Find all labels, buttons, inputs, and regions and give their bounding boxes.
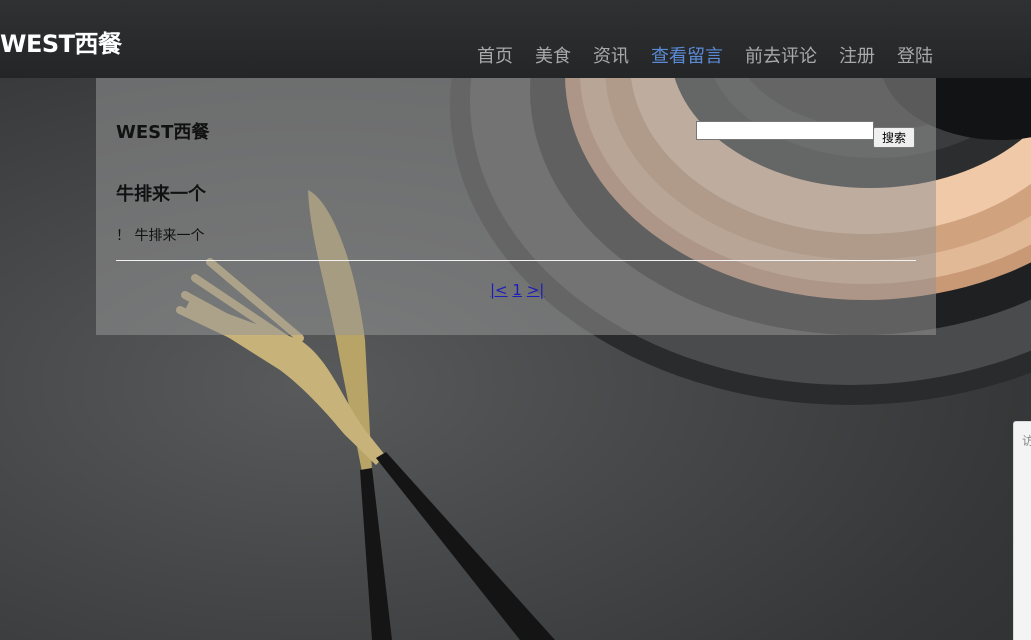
brand-logo[interactable]: WEST西餐 <box>0 24 122 59</box>
panel-site-title: WEST西餐 <box>116 122 210 143</box>
nav-home[interactable]: 首页 <box>466 44 524 70</box>
nav-go-comment[interactable]: 前去评论 <box>734 44 828 70</box>
side-widget[interactable]: 访 <box>1013 421 1031 640</box>
top-navbar: WEST西餐 首页 美食 资讯 查看留言 前去评论 注册 登陆 <box>0 0 1031 78</box>
nav-register[interactable]: 注册 <box>828 44 886 70</box>
main-nav: 首页 美食 资讯 查看留言 前去评论 注册 登陆 <box>466 44 933 70</box>
pager-last-link[interactable]: >| <box>527 281 545 299</box>
divider <box>116 260 916 261</box>
pager-page-link[interactable]: 1 <box>512 281 522 299</box>
nav-login[interactable]: 登陆 <box>886 44 933 70</box>
nav-food[interactable]: 美食 <box>524 44 582 70</box>
search-input[interactable] <box>696 121 874 140</box>
search-button[interactable]: 搜索 <box>873 127 915 148</box>
nav-news[interactable]: 资讯 <box>582 44 640 70</box>
message-title: 牛排来一个 <box>116 184 206 205</box>
message-body: ！ 牛排来一个 <box>116 228 205 244</box>
content-panel: WEST西餐 搜索 牛排来一个 ！ 牛排来一个 |< 1 >| <box>96 78 936 335</box>
nav-view-messages[interactable]: 查看留言 <box>640 44 734 70</box>
pager-first-link[interactable]: |< <box>490 281 508 299</box>
pagination: |< 1 >| <box>490 281 544 299</box>
side-widget-label: 访 <box>1022 432 1031 449</box>
